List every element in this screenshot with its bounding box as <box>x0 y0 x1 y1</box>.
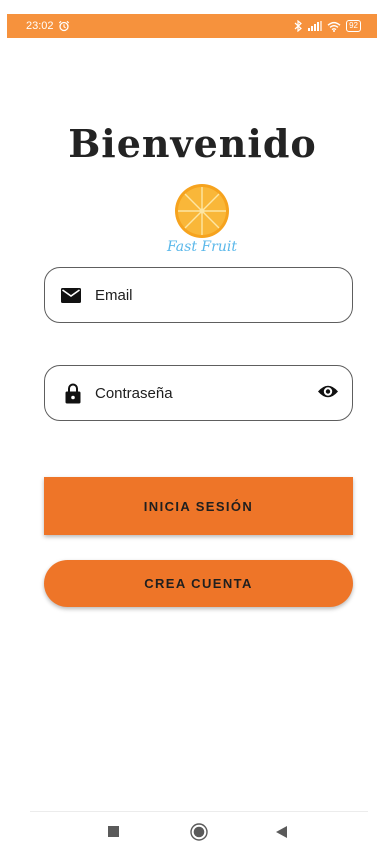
password-placeholder: Contraseña <box>95 384 173 402</box>
orange-slice-icon <box>175 184 229 238</box>
battery-icon: 92 <box>346 20 361 32</box>
login-button[interactable]: INICIA SESIÓN <box>44 477 353 535</box>
nav-divider <box>30 811 368 812</box>
navigation-bar <box>0 820 385 843</box>
alarm-icon <box>58 20 69 32</box>
back-icon[interactable] <box>276 826 287 838</box>
wifi-icon <box>327 21 341 32</box>
register-button[interactable]: CREA CUENTA <box>44 560 353 607</box>
logo-text: Fast Fruit <box>167 239 237 255</box>
password-field[interactable]: Contraseña <box>44 365 353 421</box>
eye-icon[interactable] <box>317 384 339 399</box>
clock: 23:02 <box>26 20 54 32</box>
home-icon[interactable] <box>190 823 208 841</box>
recents-icon[interactable] <box>108 826 119 837</box>
bluetooth-icon <box>294 20 303 32</box>
email-icon <box>61 287 81 303</box>
welcome-title: Bienvenido <box>68 121 317 166</box>
email-placeholder: Email <box>95 286 133 304</box>
app-logo: Fast Fruit <box>167 182 237 260</box>
status-bar: 23:02 92 <box>7 14 377 38</box>
signal-icon <box>308 21 323 31</box>
lock-icon <box>65 383 81 403</box>
email-field[interactable]: Email <box>44 267 353 323</box>
